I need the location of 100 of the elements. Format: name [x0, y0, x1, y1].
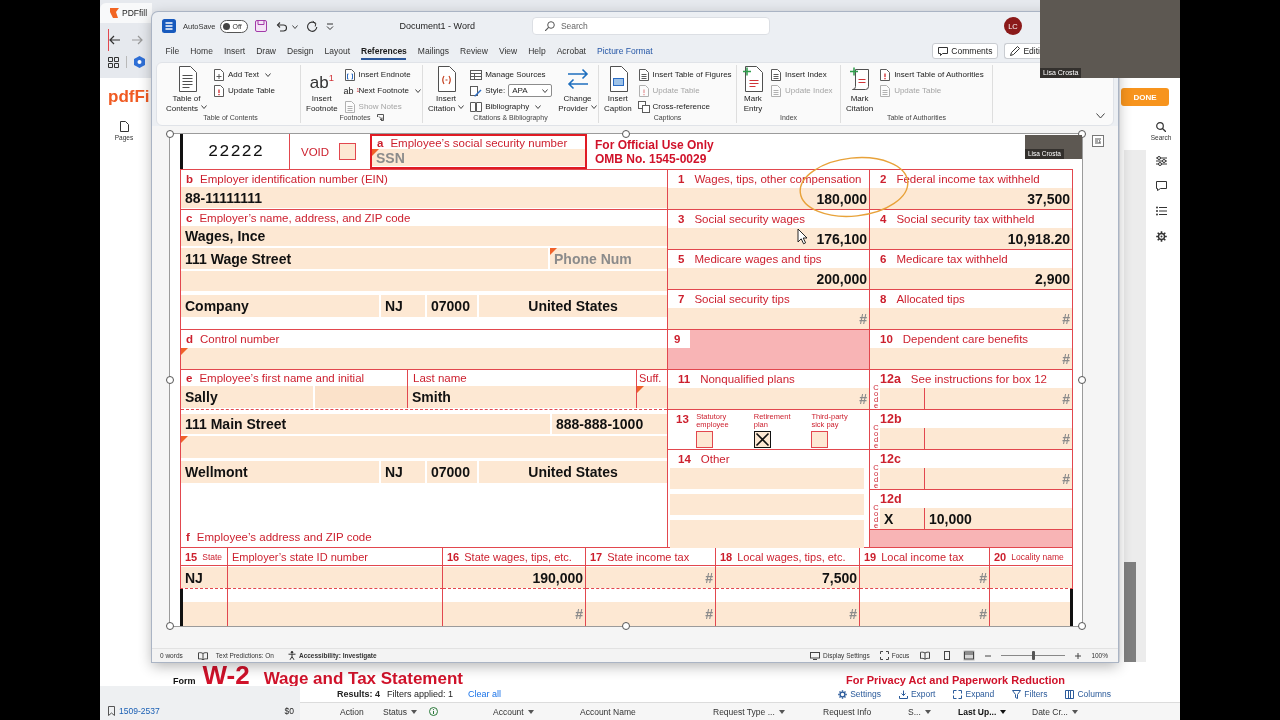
list-icon[interactable] — [1155, 206, 1167, 216]
code-field[interactable] — [880, 428, 924, 449]
ribbon-tab[interactable]: Help — [522, 40, 552, 62]
resize-handle[interactable] — [622, 130, 630, 138]
comments-button[interactable]: Comments — [932, 43, 999, 59]
ribbon-command[interactable]: Manage Sources — [470, 67, 553, 82]
code-field[interactable]: X — [880, 508, 924, 529]
amount-field[interactable]: 10,918.20 — [870, 228, 1072, 249]
plus-icon[interactable] — [1075, 652, 1082, 659]
ribbon-command[interactable]: Insert Endnote — [343, 67, 421, 82]
ribbon-command[interactable]: Update Table — [213, 83, 276, 98]
undo-icon[interactable] — [274, 20, 287, 32]
scrollbar[interactable] — [1124, 150, 1146, 662]
ribbon-button[interactable]: Insert Caption — [602, 65, 634, 113]
wrap-lines-icon[interactable] — [1092, 135, 1104, 147]
state-field[interactable]: NJ — [381, 295, 425, 317]
other-field[interactable] — [670, 468, 864, 489]
column-header[interactable]: Request Info — [818, 703, 903, 720]
code-field[interactable] — [880, 468, 924, 489]
toolbar-button[interactable]: Filters — [1012, 689, 1048, 699]
ribbon-command[interactable]: Bibliography — [470, 99, 553, 114]
editing-button[interactable]: Editi — [1004, 43, 1040, 59]
ribbon-command[interactable]: Cross-reference — [637, 99, 732, 114]
ribbon-command[interactable]: Insert Table of Figures — [637, 67, 732, 82]
column-header[interactable]: S... — [903, 703, 953, 720]
resize-handle[interactable] — [166, 376, 174, 384]
state-table-field[interactable] — [990, 567, 1072, 588]
scrollbar-thumb[interactable] — [1124, 562, 1136, 662]
toolbar-button[interactable]: Settings — [838, 689, 881, 699]
street-field[interactable]: 111 Main Street — [181, 414, 550, 434]
state-table-field[interactable]: 190,000 — [443, 567, 585, 588]
toolbar-button[interactable]: Expand — [953, 689, 995, 699]
column-header[interactable]: Last Up... — [953, 703, 1027, 720]
caret-bar-icon[interactable] — [325, 22, 334, 30]
save-icon[interactable] — [254, 20, 267, 32]
redo-icon[interactable] — [305, 20, 318, 32]
state-table-field[interactable] — [228, 567, 442, 588]
ribbon-tab[interactable]: Acrobat — [551, 40, 592, 62]
zoom-slider-thumb[interactable] — [1031, 651, 1035, 660]
column-header[interactable]: Account — [488, 703, 575, 720]
ribbon-tab[interactable]: Layout — [318, 40, 356, 62]
initial-field[interactable] — [315, 386, 407, 408]
suffix-field[interactable] — [637, 386, 667, 408]
ribbon-button[interactable]: Change Provider — [556, 65, 599, 113]
resize-handle[interactable] — [1078, 376, 1086, 384]
ribbon-tab[interactable]: Picture Format — [591, 40, 659, 62]
checkbox[interactable] — [696, 431, 714, 448]
state-field[interactable]: NJ — [381, 461, 425, 483]
back-arrow-icon[interactable] — [109, 35, 120, 45]
hexagon-icon[interactable] — [134, 56, 145, 68]
resize-handle[interactable] — [622, 622, 630, 630]
code-field[interactable] — [880, 388, 924, 409]
amount-field[interactable]: 176,100 — [668, 228, 869, 249]
state-table-field[interactable] — [990, 602, 1070, 626]
ribbon-button[interactable]: ab$^{1}$ Insert Footnote — [304, 65, 340, 113]
ribbon-tab[interactable]: File — [160, 40, 185, 62]
ribbon-button[interactable]: Insert Citation — [426, 65, 467, 113]
resize-handle[interactable] — [166, 130, 174, 138]
ribbon-command[interactable]: Insert Index — [770, 67, 833, 82]
ribbon-tab[interactable]: Home — [184, 40, 219, 62]
web-page-icon[interactable] — [963, 650, 976, 661]
apps-grid-icon[interactable] — [108, 56, 119, 68]
ribbon-button[interactable]: Mark Citation — [844, 65, 876, 113]
zip-field[interactable]: 07000 — [427, 461, 477, 483]
ribbon-tab[interactable]: Draw — [250, 40, 282, 62]
checkbox[interactable] — [753, 431, 771, 448]
toolbar-button[interactable]: Export — [898, 689, 936, 699]
gear-icon[interactable] — [1155, 231, 1167, 242]
style-dropdown[interactable]: APA — [508, 84, 553, 97]
other-field[interactable] — [670, 494, 864, 515]
column-header[interactable]: Request Type ... — [708, 703, 818, 720]
resize-handle[interactable] — [1078, 622, 1086, 630]
ribbon-button[interactable]: Mark Entry — [740, 65, 766, 113]
first-name-field[interactable]: Sally — [181, 386, 313, 408]
city-field[interactable]: Company — [181, 295, 379, 317]
state-table-field[interactable]: NJ — [181, 567, 227, 588]
ribbon-tab[interactable]: Mailings — [412, 40, 455, 62]
checkbox[interactable] — [811, 431, 829, 448]
dialog-launcher-icon[interactable] — [376, 114, 384, 121]
column-header[interactable]: Status — [378, 703, 488, 720]
country-field[interactable]: United States — [479, 461, 667, 483]
clear-all-link[interactable]: Clear all — [468, 689, 502, 699]
other-field[interactable] — [670, 520, 864, 548]
amount-field[interactable]: 2,900 — [870, 268, 1072, 289]
ribbon-tab[interactable]: View — [493, 40, 523, 62]
city-field[interactable]: Wellmont — [181, 461, 379, 483]
amount-field[interactable]: 180,000 — [668, 188, 869, 209]
employer-name-field[interactable]: Wages, Ince — [181, 226, 667, 246]
ribbon-command[interactable]: Insert Table of Authorities — [879, 67, 984, 82]
amount-field[interactable]: 37,500 — [870, 188, 1072, 209]
column-header[interactable]: Action — [335, 703, 378, 720]
ribbon-button[interactable]: Table of Contents — [164, 65, 210, 113]
ein-field[interactable]: 88-11111111 — [181, 187, 667, 208]
phone-field[interactable]: 888-888-1000 — [552, 414, 667, 434]
state-table-field[interactable] — [183, 602, 227, 626]
resize-handle[interactable] — [166, 622, 174, 630]
address-line-field[interactable] — [181, 436, 667, 458]
chevron-down-icon[interactable] — [1096, 113, 1105, 119]
document-list-item[interactable]: 1509-2537 $0 — [108, 703, 294, 719]
ribbon-tab[interactable]: Design — [281, 40, 319, 62]
